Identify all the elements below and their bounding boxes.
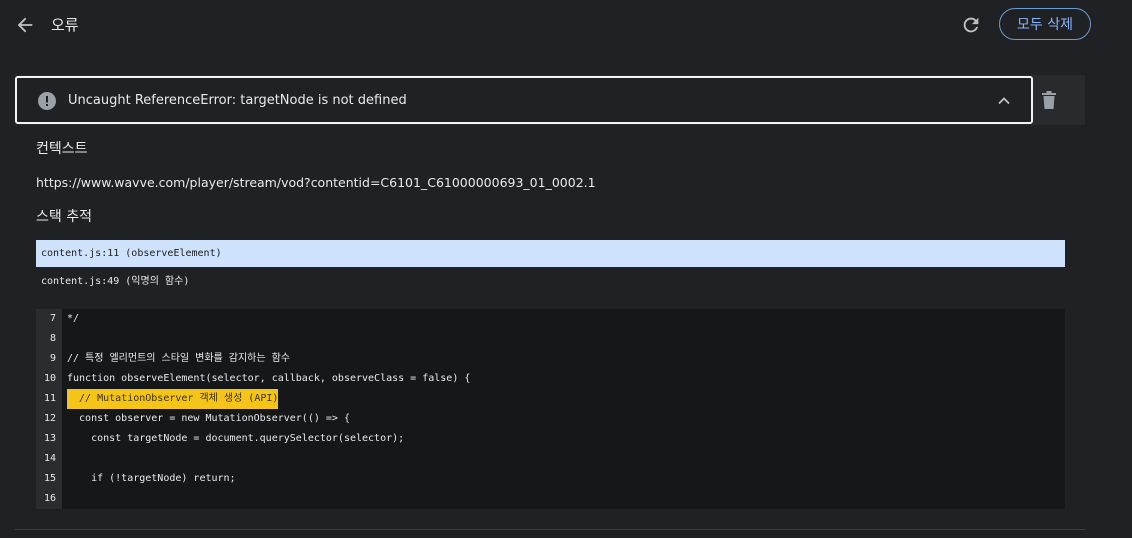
- error-message: Uncaught ReferenceError: targetNode is n…: [68, 93, 407, 108]
- page-title: 오류: [51, 16, 79, 34]
- code-line: 7 */: [36, 309, 1048, 329]
- line-number: 15: [43, 473, 56, 484]
- delete-icon[interactable]: [1041, 91, 1057, 109]
- code-line-highlighted: 11 // MutationObserver 객체 생성 (API): [36, 389, 1048, 409]
- stack-frame[interactable]: content.js:11 (observeElement): [36, 240, 1065, 267]
- code-line: 15 if (!targetNode) return;: [36, 469, 1048, 489]
- code-line: 13 const targetNode = document.querySele…: [36, 429, 1048, 449]
- chevron-up-icon[interactable]: [997, 93, 1011, 107]
- code-line: 12 const observer = new MutationObserver…: [36, 409, 1048, 429]
- code-viewer: 7 */ 8 9 // 특정 엘리먼트의 스타일 변화를 감지하는 함수 10 fun…: [36, 309, 1065, 509]
- back-arrow-icon[interactable]: [14, 14, 36, 36]
- divider: [15, 529, 1085, 530]
- line-number: 11: [43, 393, 56, 404]
- stack-trace-heading: 스택 추적: [36, 209, 92, 225]
- error-item[interactable]: Uncaught ReferenceError: targetNode is n…: [15, 76, 1033, 124]
- code-line: 10 function observeElement(selector, call…: [36, 369, 1048, 389]
- line-number: 9: [49, 353, 56, 364]
- code-text: if (!targetNode) return;: [67, 473, 236, 484]
- line-number: 13: [43, 433, 56, 444]
- line-number: 10: [43, 373, 56, 384]
- context-url: https://www.wavve.com/player/stream/vod?…: [36, 175, 596, 190]
- code-text: function observeElement(selector, callba…: [67, 373, 471, 384]
- clear-all-button[interactable]: 모두 삭제: [999, 8, 1091, 40]
- code-text: const targetNode = document.querySelecto…: [67, 433, 405, 444]
- code-line: 14: [36, 449, 1048, 469]
- line-number: 16: [43, 493, 56, 504]
- code-line: 9 // 특정 엘리먼트의 스타일 변화를 감지하는 함수: [36, 349, 1048, 369]
- line-number: 8: [49, 333, 56, 344]
- context-heading: 컨텍스트: [36, 141, 88, 157]
- error-icon: [38, 92, 56, 110]
- code-line: 8: [36, 329, 1048, 349]
- code-text: const observer = new MutationObserver(()…: [67, 413, 350, 424]
- code-text: // 특정 엘리먼트의 스타일 변화를 감지하는 함수: [67, 353, 290, 364]
- code-line: 16: [36, 489, 1048, 509]
- reload-icon[interactable]: [960, 14, 982, 36]
- stack-frame[interactable]: content.js:49 (익명의 함수): [36, 268, 1065, 295]
- line-number: 12: [43, 413, 56, 424]
- line-number: 7: [49, 313, 56, 324]
- line-number: 14: [43, 453, 56, 464]
- code-text: */: [67, 313, 80, 324]
- code-text-highlighted: // MutationObserver 객체 생성 (API): [67, 389, 279, 409]
- page-header: 오류 모두 삭제: [0, 0, 1132, 50]
